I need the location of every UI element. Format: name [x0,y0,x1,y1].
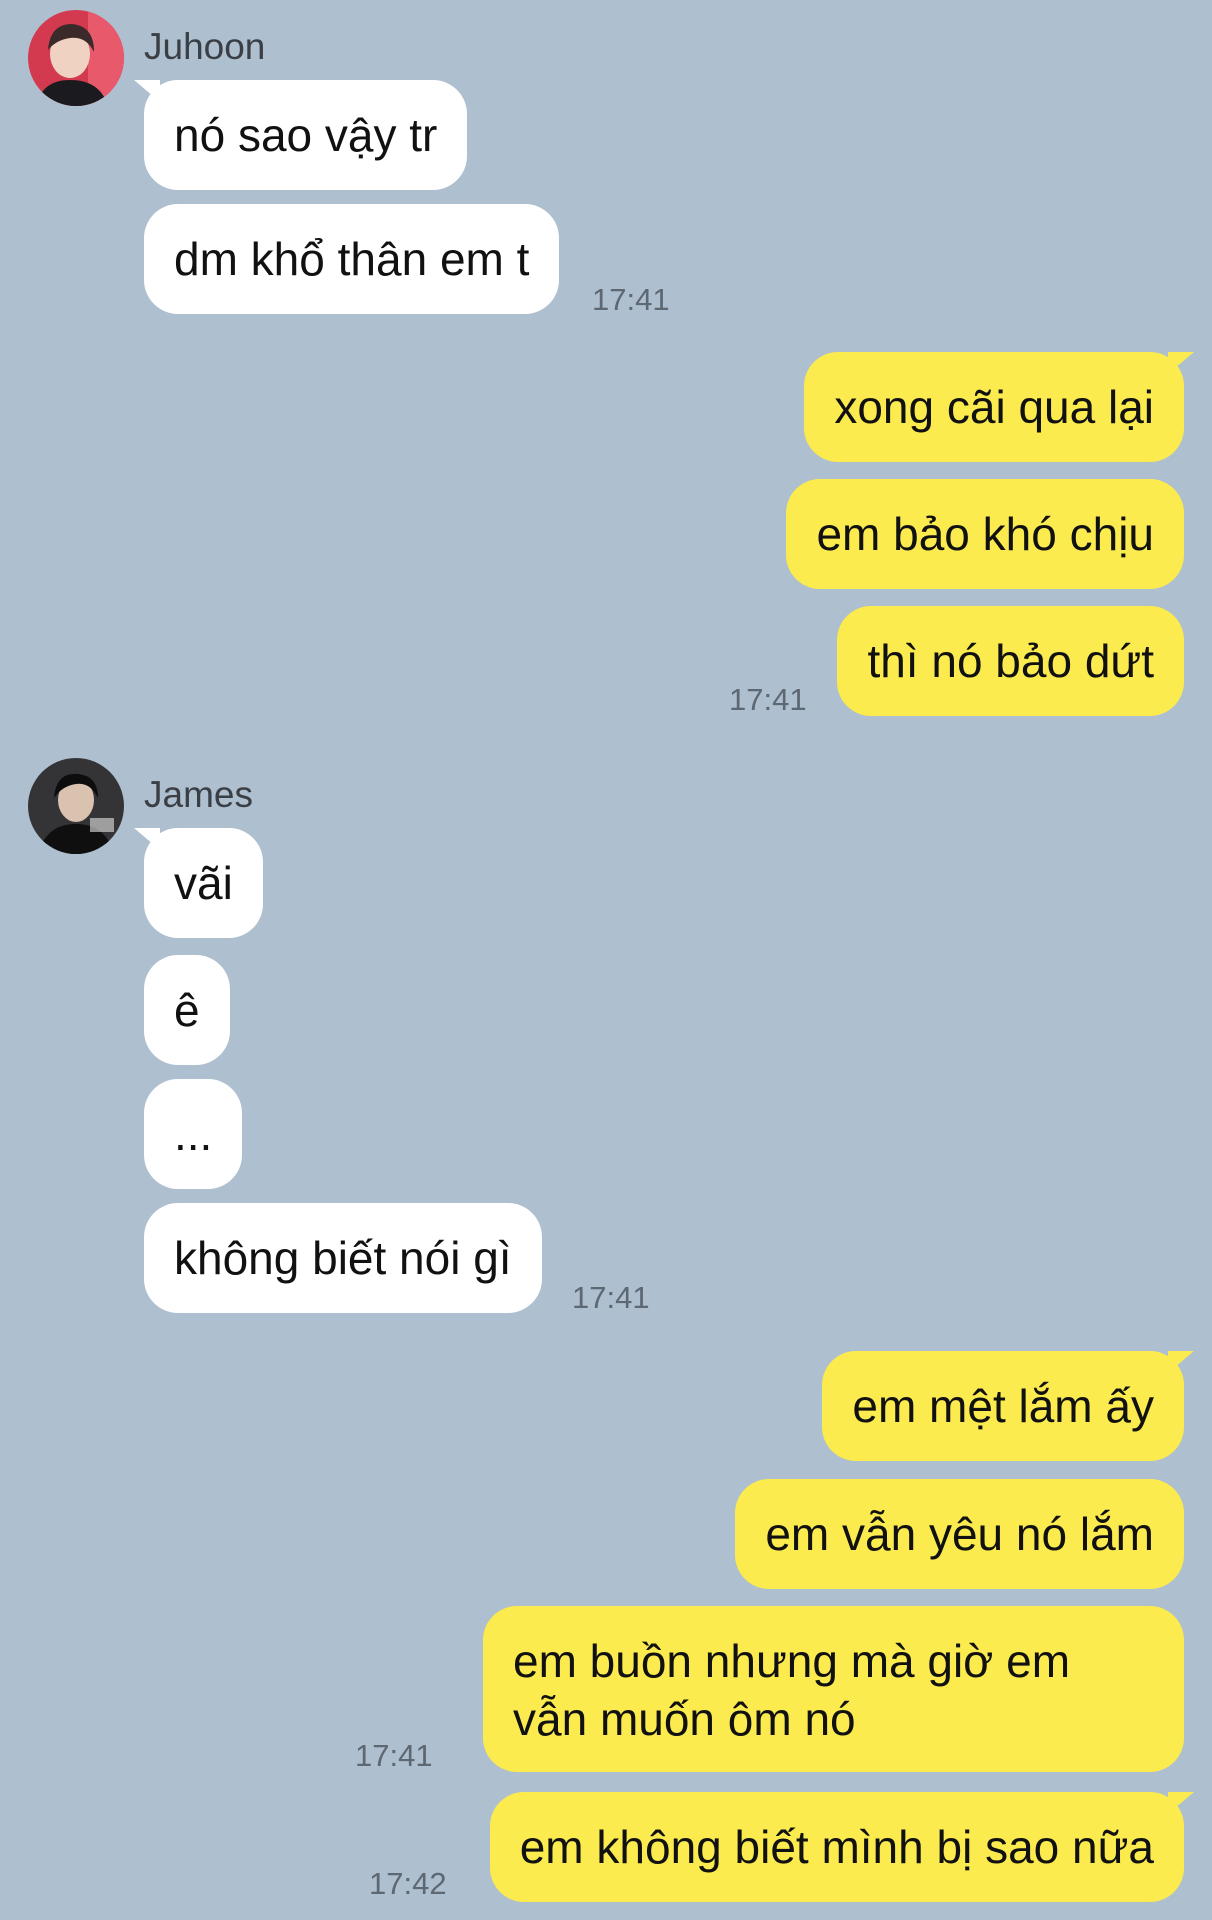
timestamp: 17:41 [572,1280,650,1315]
timestamp: 17:42 [369,1866,447,1901]
message-bubble[interactable]: xong cãi qua lại [804,352,1184,462]
message-bubble[interactable]: em mệt lắm ấy [822,1351,1184,1461]
avatar-juhoon[interactable] [28,10,124,106]
timestamp: 17:41 [729,682,807,717]
message-bubble[interactable]: ... [144,1079,243,1189]
message-bubble[interactable]: em buồn nhưng mà giờ em vẫn muốn ôm nó [483,1606,1184,1772]
sender-name: Juhoon [144,26,266,67]
message-bubble[interactable]: vãi [144,828,263,938]
avatar-james[interactable] [28,758,124,854]
message-bubble[interactable]: em bảo khó chịu [786,479,1184,589]
message-bubble[interactable]: dm khổ thân em t [144,204,560,314]
message-bubble[interactable]: ê [144,955,230,1065]
message-bubble[interactable]: thì nó bảo dứt [837,606,1184,716]
timestamp: 17:41 [355,1738,433,1773]
message-bubble[interactable]: nó sao vậy tr [144,80,468,190]
sender-name: James [144,774,253,815]
message-bubble[interactable]: không biết nói gì [144,1203,542,1313]
message-bubble[interactable]: em không biết mình bị sao nữa [489,1792,1184,1902]
timestamp: 17:41 [592,282,670,317]
message-bubble[interactable]: em vẫn yêu nó lắm [735,1479,1184,1589]
